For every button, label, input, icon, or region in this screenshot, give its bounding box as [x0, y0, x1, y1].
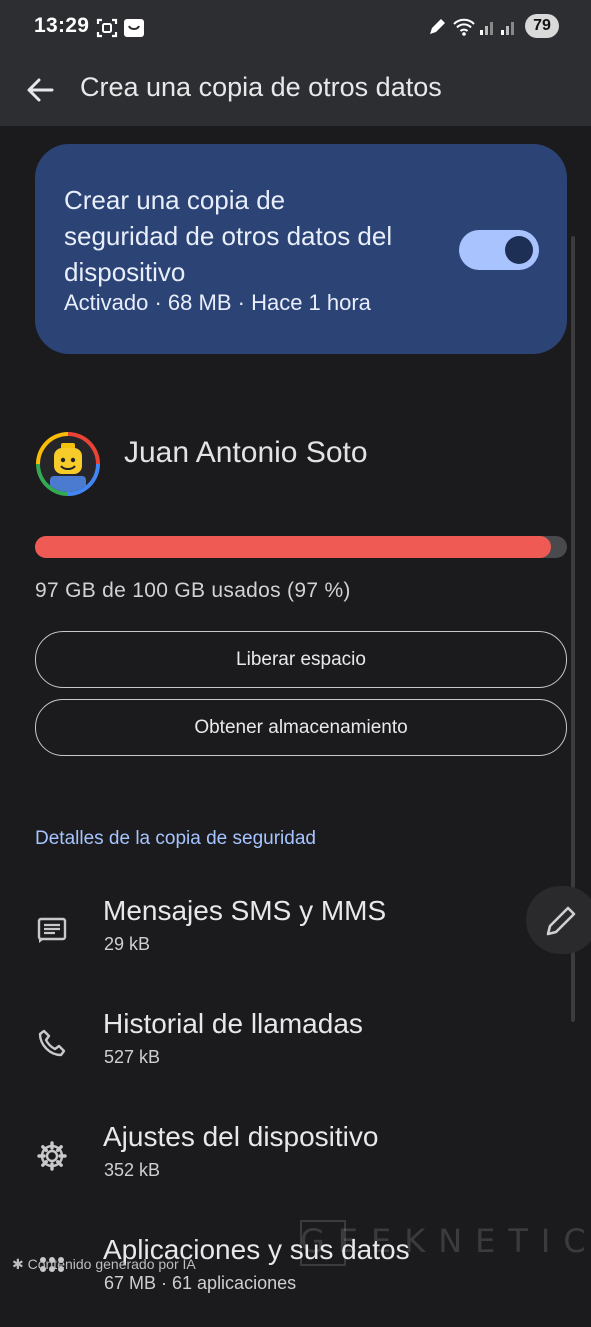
screenshot-icon	[96, 18, 118, 38]
storage-usage-text: 97 GB de 100 GB usados (97 %)	[35, 579, 351, 602]
list-item-sms-mms[interactable]: Mensajes SMS y MMS 29 kB	[0, 895, 560, 988]
list-item-title: Mensajes SMS y MMS	[103, 895, 387, 926]
message-icon	[37, 917, 67, 943]
status-time: 13:29	[34, 14, 90, 37]
edit-fab[interactable]	[526, 886, 591, 954]
watermark: GEEKNETIC	[300, 1222, 591, 1260]
backup-card-title: Crear una copia de seguridad de otros da…	[64, 185, 393, 287]
avatar	[36, 432, 100, 496]
list-item-device-settings[interactable]: Ajustes del dispositivo 352 kB	[0, 1121, 560, 1214]
list-item-size: 527 kB	[104, 1047, 161, 1067]
battery-indicator: 79	[525, 14, 559, 38]
list-item-size: 67 MB · 61 aplicaciones	[104, 1273, 297, 1293]
backup-toggle-card[interactable]: Crear una copia de seguridad de otros da…	[35, 144, 567, 354]
back-arrow-icon[interactable]	[22, 72, 58, 108]
pencil-icon	[546, 906, 576, 936]
backup-details-heading: Detalles de la copia de seguridad	[35, 828, 316, 849]
wifi-icon	[453, 18, 475, 36]
smiley-icon	[124, 19, 144, 37]
gear-icon	[37, 1141, 67, 1171]
storage-progress-fill	[35, 536, 552, 558]
page-title: Crea una copia de otros datos	[80, 72, 442, 102]
list-item-size: 29 kB	[104, 934, 151, 954]
backup-toggle-switch[interactable]	[459, 230, 539, 270]
toggle-knob	[505, 236, 533, 264]
signal-icon-2	[501, 22, 514, 35]
pen-icon	[430, 19, 445, 34]
get-storage-button[interactable]: Obtener almacenamiento	[35, 699, 567, 756]
free-space-button[interactable]: Liberar espacio	[35, 631, 567, 688]
list-item-call-history[interactable]: Historial de llamadas 527 kB	[0, 1008, 560, 1101]
storage-progress-bar	[35, 536, 567, 558]
list-item-title: Ajustes del dispositivo	[103, 1121, 379, 1152]
list-item-title: Historial de llamadas	[103, 1008, 363, 1039]
ai-generated-text: Contenido generado por IA	[27, 1256, 196, 1272]
phone-icon	[38, 1029, 66, 1057]
lego-avatar-icon	[50, 443, 86, 492]
ai-generated-label: ✱ Contenido generado por IA	[12, 1256, 196, 1272]
app-bar: Crea una copia de otros datos	[0, 52, 591, 126]
list-item-size: 352 kB	[104, 1160, 161, 1180]
backup-card-status: Activado · 68 MB · Hace 1 hora	[64, 290, 371, 315]
account-name: Juan Antonio Soto	[124, 436, 368, 469]
status-bar: 13:29 79	[0, 0, 591, 52]
signal-icon	[480, 22, 493, 35]
